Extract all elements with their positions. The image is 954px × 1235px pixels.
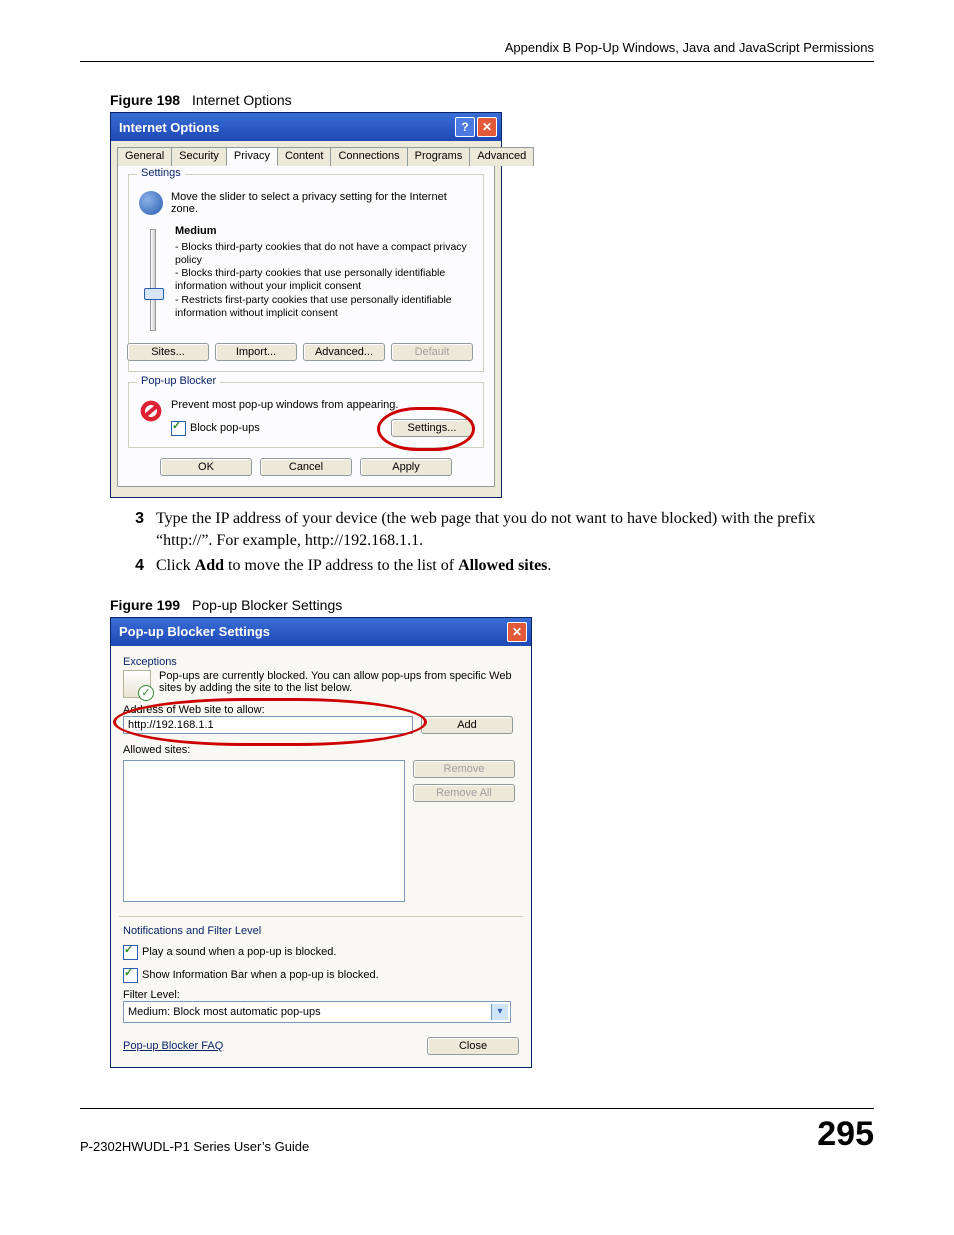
filter-level-label: Filter Level: xyxy=(123,989,519,1001)
fig199-num: Figure 199 xyxy=(110,597,180,613)
privacy-slider[interactable] xyxy=(150,229,156,331)
figure-199-caption: Figure 199 Pop-up Blocker Settings xyxy=(110,597,874,613)
play-sound-label: Play a sound when a pop-up is blocked. xyxy=(142,946,336,958)
popup-settings-title: Pop-up Blocker Settings xyxy=(119,624,270,639)
ok-button[interactable]: OK xyxy=(160,458,252,476)
step-3-num: 3 xyxy=(130,508,144,551)
step4-d: Allowed sites xyxy=(458,557,547,574)
filter-level-select[interactable]: Medium: Block most automatic pop-ups ▾ xyxy=(123,1001,511,1023)
settings-legend: Settings xyxy=(137,167,185,179)
privacy-level-name: Medium xyxy=(175,225,473,237)
popup-settings-titlebar: Pop-up Blocker Settings ✕ xyxy=(111,618,531,646)
popup-desc: Prevent most pop-up windows from appeari… xyxy=(171,399,473,411)
fig198-num: Figure 198 xyxy=(110,92,180,108)
globe-icon xyxy=(139,191,163,215)
step-3-text: Type the IP address of your device (the … xyxy=(156,508,874,551)
popup-blocker-group: Pop-up Blocker Prevent most pop-up windo… xyxy=(128,382,484,448)
apply-button[interactable]: Apply xyxy=(360,458,452,476)
tab-privacy[interactable]: Privacy xyxy=(226,147,278,166)
privacy-desc3: - Restricts first-party cookies that use… xyxy=(175,294,473,320)
fig198-title: Internet Options xyxy=(192,92,292,108)
block-popups-label: Block pop-ups xyxy=(190,422,260,434)
privacy-desc1: - Blocks third-party cookies that do not… xyxy=(175,241,473,267)
tabs: General Security Privacy Content Connect… xyxy=(117,147,495,166)
tab-content[interactable]: Content xyxy=(277,147,332,166)
settings-intro: Move the slider to select a privacy sett… xyxy=(171,191,473,215)
show-infobar-label: Show Information Bar when a pop-up is bl… xyxy=(142,969,379,981)
show-infobar-checkbox[interactable] xyxy=(123,968,138,983)
close-icon[interactable]: ✕ xyxy=(477,117,497,137)
help-icon[interactable]: ? xyxy=(455,117,475,137)
tab-security[interactable]: Security xyxy=(171,147,227,166)
tab-connections[interactable]: Connections xyxy=(330,147,407,166)
advanced-button[interactable]: Advanced... xyxy=(303,343,385,361)
settings-group: Settings Move the slider to select a pri… xyxy=(128,174,484,372)
exceptions-info: Pop-ups are currently blocked. You can a… xyxy=(159,670,519,698)
tab-programs[interactable]: Programs xyxy=(407,147,471,166)
divider xyxy=(119,916,523,917)
step4-a: Click xyxy=(156,557,195,574)
block-popups-checkbox[interactable] xyxy=(171,421,186,436)
step4-e: . xyxy=(547,557,551,574)
step-list: 3 Type the IP address of your device (th… xyxy=(130,508,874,577)
popup-settings-button[interactable]: Settings... xyxy=(391,419,473,437)
allowed-sites-listbox[interactable] xyxy=(123,760,405,902)
privacy-desc2: - Blocks third-party cookies that use pe… xyxy=(175,267,473,293)
footer-guide: P-2302HWUDL-P1 Series User’s Guide xyxy=(80,1139,309,1154)
import-button[interactable]: Import... xyxy=(215,343,297,361)
tab-advanced[interactable]: Advanced xyxy=(469,147,534,166)
address-label: Address of Web site to allow: xyxy=(123,704,519,716)
info-check-icon xyxy=(123,670,151,698)
close-icon[interactable]: ✕ xyxy=(507,622,527,642)
internet-options-title: Internet Options xyxy=(119,120,219,135)
default-button: Default xyxy=(391,343,473,361)
sites-button[interactable]: Sites... xyxy=(127,343,209,361)
cancel-button[interactable]: Cancel xyxy=(260,458,352,476)
fig199-title: Pop-up Blocker Settings xyxy=(192,597,342,613)
remove-button: Remove xyxy=(413,760,515,778)
step4-c: to move the IP address to the list of xyxy=(224,557,458,574)
address-input[interactable] xyxy=(123,716,413,734)
exceptions-legend: Exceptions xyxy=(123,656,519,668)
page-footer: P-2302HWUDL-P1 Series User’s Guide 295 xyxy=(80,1108,874,1154)
remove-all-button: Remove All xyxy=(413,784,515,802)
chevron-down-icon[interactable]: ▾ xyxy=(491,1004,508,1020)
step-4-num: 4 xyxy=(130,555,144,577)
step-4-text: Click Add to move the IP address to the … xyxy=(156,555,874,577)
filter-level-value: Medium: Block most automatic pop-ups xyxy=(128,1006,321,1018)
step4-b: Add xyxy=(195,557,224,574)
internet-options-titlebar: Internet Options ? ✕ xyxy=(111,113,501,141)
play-sound-checkbox[interactable] xyxy=(123,945,138,960)
warning-icon xyxy=(139,399,163,423)
popup-legend: Pop-up Blocker xyxy=(137,375,220,387)
close-button[interactable]: Close xyxy=(427,1037,519,1055)
notifications-legend: Notifications and Filter Level xyxy=(123,925,519,937)
allowed-label: Allowed sites: xyxy=(123,744,519,756)
popup-faq-link[interactable]: Pop-up Blocker FAQ xyxy=(123,1040,223,1052)
footer-page-number: 295 xyxy=(817,1115,874,1154)
popup-blocker-settings-dialog: Pop-up Blocker Settings ✕ Exceptions Pop… xyxy=(110,617,532,1068)
slider-thumb-icon[interactable] xyxy=(144,288,164,300)
add-button[interactable]: Add xyxy=(421,716,513,734)
appendix-header: Appendix B Pop-Up Windows, Java and Java… xyxy=(80,40,874,62)
figure-198-caption: Figure 198 Internet Options xyxy=(110,92,874,108)
tab-general[interactable]: General xyxy=(117,147,172,166)
internet-options-dialog: Internet Options ? ✕ General Security Pr… xyxy=(110,112,502,498)
